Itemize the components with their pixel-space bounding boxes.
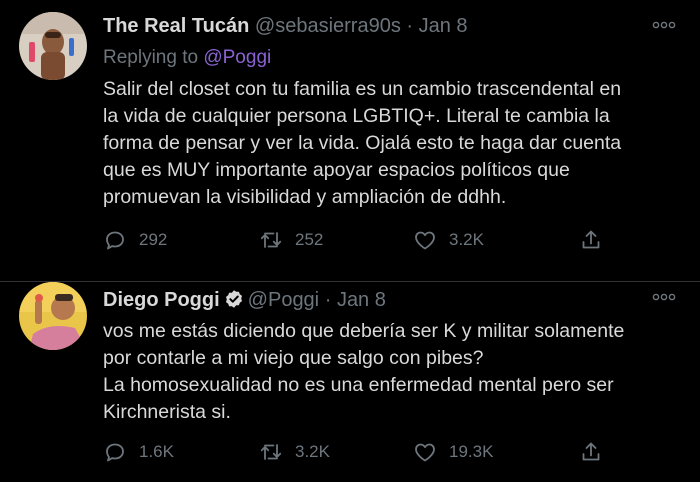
- replying-to-label: Replying to: [103, 47, 199, 68]
- tweet-actions: 292 252 3.2K: [103, 225, 683, 255]
- retweet-icon: [260, 444, 282, 460]
- like-button[interactable]: 19.3K: [413, 437, 493, 467]
- tweet-text-line: Salir del closet con tu familia es un ca…: [103, 78, 622, 100]
- tweet-header: Diego Poggi @Poggi · Jan 8: [103, 288, 386, 312]
- display-name[interactable]: The Real Tucán: [103, 15, 249, 37]
- separator: ·: [406, 15, 414, 37]
- more-icon[interactable]: [652, 292, 676, 302]
- tweet-text-line: Kirchnerista si.: [103, 401, 231, 423]
- replying-to: Replying to @Poggi: [103, 46, 271, 70]
- tweet-actions: 1.6K 3.2K 19.3K: [103, 437, 683, 467]
- tweet-text-line: forma de pensar y ver la vida. Ojalá est…: [103, 132, 622, 154]
- share-button[interactable]: [579, 437, 615, 467]
- tweet-date[interactable]: Jan 8: [337, 289, 386, 311]
- tweet-text-line: la vida de cualquier persona LGBTIQ+. Li…: [103, 105, 610, 127]
- user-handle[interactable]: @sebasierra90s: [255, 15, 401, 37]
- share-button[interactable]: [579, 225, 615, 255]
- separator: ·: [324, 289, 332, 311]
- like-count: 19.3K: [449, 442, 494, 461]
- more-icon[interactable]: [652, 20, 676, 30]
- share-icon: [582, 230, 600, 249]
- verified-badge-icon: [225, 290, 242, 308]
- avatar[interactable]: [19, 282, 87, 350]
- user-handle[interactable]: @Poggi: [248, 289, 319, 311]
- display-name[interactable]: Diego Poggi: [103, 289, 220, 311]
- reply-button[interactable]: 292: [103, 225, 167, 255]
- share-icon: [582, 442, 600, 461]
- heart-icon: [415, 231, 435, 250]
- tweet-reply[interactable]: The Real Tucán @sebasierra90s · Jan 8 Re…: [0, 0, 700, 282]
- retweet-icon: [260, 232, 282, 248]
- like-count: 3.2K: [449, 230, 484, 249]
- tweet[interactable]: Diego Poggi @Poggi · Jan 8 vos me estás …: [0, 282, 700, 482]
- tweet-text-line: vos me estás diciendo que debería ser K …: [103, 320, 625, 342]
- reply-count: 1.6K: [139, 442, 174, 461]
- tweet-header: The Real Tucán @sebasierra90s · Jan 8: [103, 14, 468, 38]
- retweet-count: 3.2K: [295, 442, 330, 461]
- reply-button[interactable]: 1.6K: [103, 437, 174, 467]
- retweet-count: 252: [295, 230, 324, 249]
- tweet-text-line: promuevan la visibilidad y ampliación de…: [103, 186, 507, 208]
- replying-to-handle[interactable]: @Poggi: [203, 47, 271, 68]
- avatar[interactable]: [19, 12, 87, 80]
- like-button[interactable]: 3.2K: [413, 225, 484, 255]
- tweet-text: Salir del closet con tu familia es un ca…: [103, 76, 683, 211]
- heart-icon: [415, 443, 435, 462]
- tweet-date[interactable]: Jan 8: [419, 15, 468, 37]
- reply-icon: [106, 231, 124, 250]
- retweet-button[interactable]: 252: [259, 225, 323, 255]
- reply-icon: [106, 443, 124, 462]
- reply-count: 292: [139, 230, 168, 249]
- tweet-text-line: que es MUY importante apoyar espacios po…: [103, 159, 570, 181]
- tweet-text-line: La homosexualidad no es una enfermedad m…: [103, 374, 614, 396]
- retweet-button[interactable]: 3.2K: [259, 437, 330, 467]
- tweet-text: vos me estás diciendo que debería ser K …: [103, 318, 683, 426]
- tweet-text-line: por contarle a mi viejo que salgo con pi…: [103, 347, 484, 369]
